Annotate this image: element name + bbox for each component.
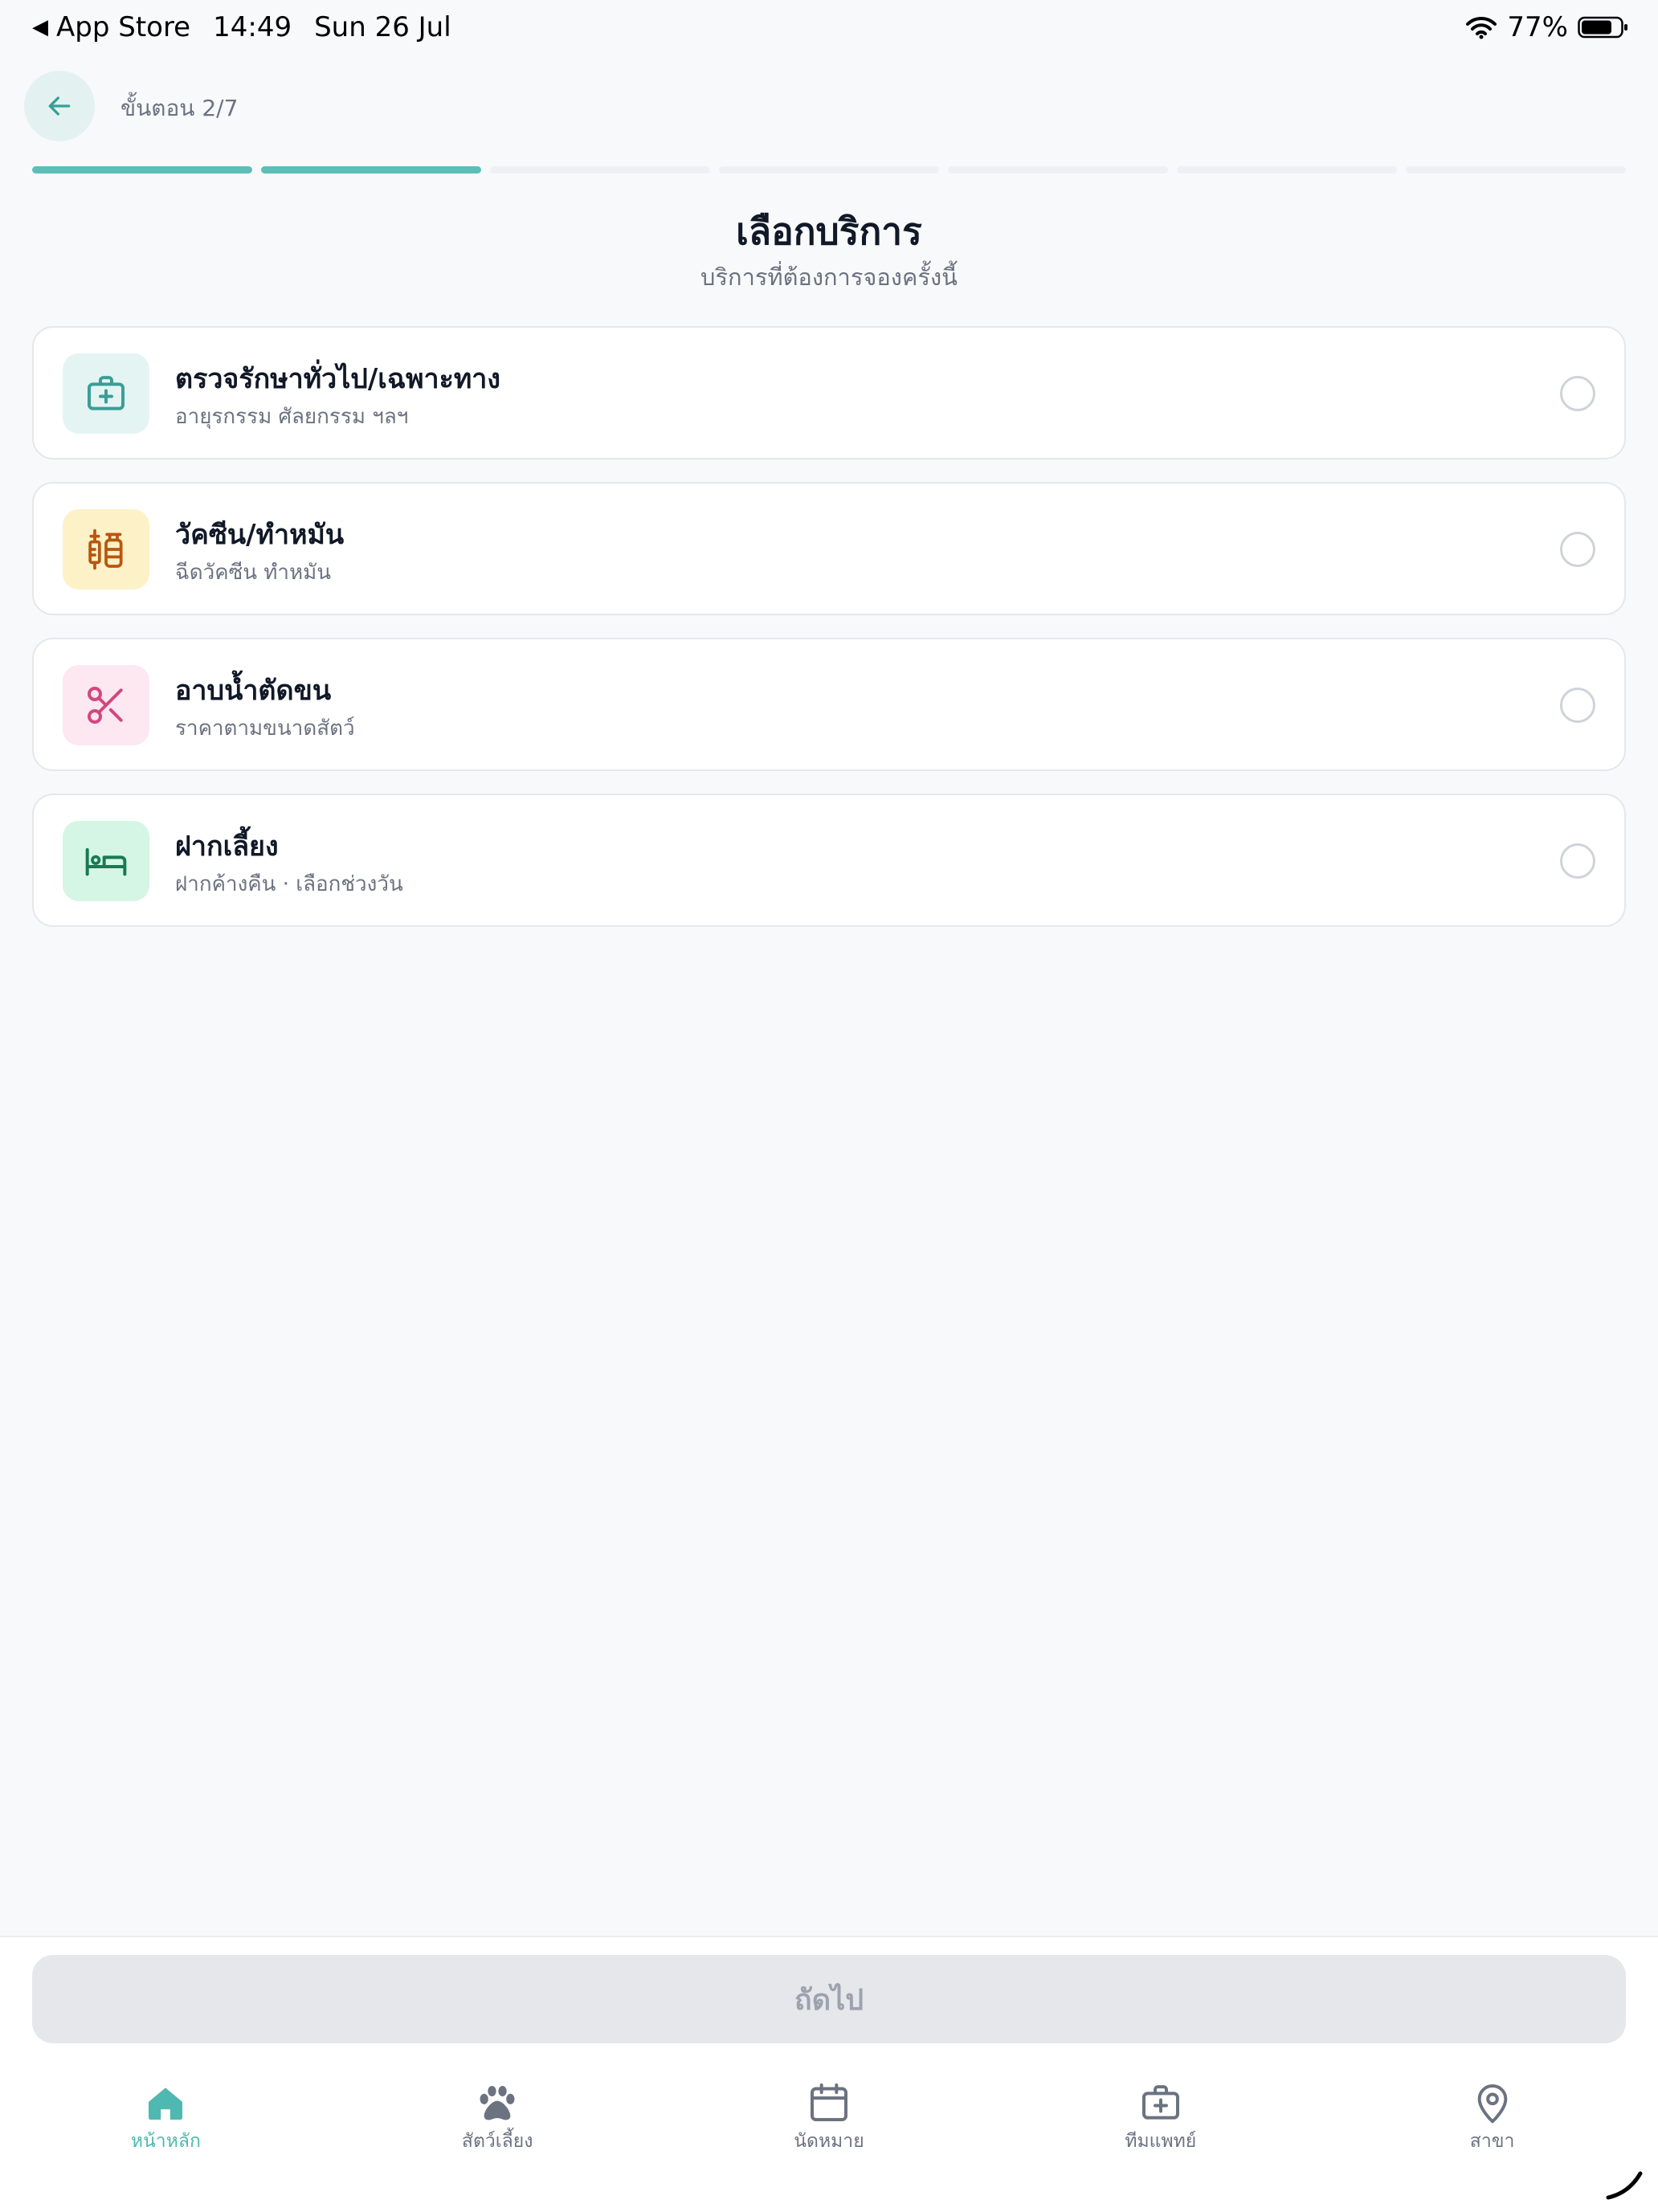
progress-segment [261, 166, 481, 173]
progress-segment [32, 166, 252, 173]
service-card-general-treatment[interactable]: ตรวจรักษาทั่วไป/เฉพาะทาง อายุรกรรม ศัลยก… [32, 326, 1626, 459]
corner-swipe-indicator [1606, 2171, 1643, 2200]
service-icon-container [63, 665, 149, 745]
service-description: ฉีดวัคซีน ทำหมัน [175, 561, 332, 585]
arrow-left-icon [48, 96, 71, 116]
service-name: ตรวจรักษาทั่วไป/เฉพาะทาง [175, 363, 500, 395]
step-indicator-label: ขั้นตอน 2/7 [120, 95, 239, 121]
back-to-app-icon[interactable]: ◀ [32, 15, 48, 39]
tab-label: สาขา [1469, 2131, 1515, 2152]
service-name: ฝากเลี้ยง [175, 831, 279, 863]
paw-icon [480, 2086, 515, 2120]
service-card-grooming[interactable]: อาบน้ำตัดขน ราคาตามขนาดสัตว์ [32, 638, 1626, 771]
location-pin-icon [1477, 2084, 1507, 2124]
service-icon-container [63, 353, 149, 434]
progress-segment [719, 166, 939, 173]
tab-home[interactable]: หน้าหลัก [0, 2080, 332, 2177]
tab-appointments[interactable]: นัดหมาย [664, 2080, 995, 2177]
bed-icon [85, 848, 127, 876]
status-left: ◀ App Store 14:49 Sun 26 Jul [32, 11, 451, 43]
service-description: ราคาตามขนาดสัตว์ [175, 716, 355, 741]
page-title: เลือกบริการ [736, 210, 922, 253]
service-description: อายุรกรรม ศัลยกรรม ฯลฯ [175, 405, 409, 429]
service-list: ตรวจรักษาทั่วไป/เฉพาะทาง อายุรกรรม ศัลยก… [32, 326, 1626, 949]
tab-label: หน้าหลัก [130, 2131, 201, 2152]
service-description: ฝากค้างคืน · เลือกช่วงวัน [175, 872, 403, 896]
tab-medical-team[interactable]: ทีมแพทย์ [994, 2080, 1326, 2177]
wifi-icon [1466, 16, 1497, 39]
service-card-boarding[interactable]: ฝากเลี้ยง ฝากค้างคืน · เลือกช่วงวัน [32, 794, 1626, 927]
step-progress-bar [32, 166, 1626, 173]
status-right: 77% [1465, 11, 1629, 43]
status-date: Sun 26 Jul [314, 11, 451, 43]
back-app-label[interactable]: App Store [56, 11, 190, 43]
bottom-tab-bar: หน้าหลัก สัตว์เลี้ยง นัดหมาย ทีมแพทย์ สา… [0, 2080, 1658, 2177]
calendar-icon [811, 2083, 847, 2121]
battery-icon [1578, 16, 1627, 39]
service-radio[interactable] [1560, 376, 1595, 411]
service-radio[interactable] [1560, 843, 1595, 879]
page-subtitle: บริการที่ต้องการจองครั้งนี้ [700, 263, 958, 291]
status-time: 14:49 [213, 11, 292, 43]
service-radio[interactable] [1560, 688, 1595, 723]
vaccine-icon [88, 529, 123, 570]
tab-pets[interactable]: สัตว์เลี้ยง [332, 2080, 664, 2177]
next-button[interactable]: ถัดไป [32, 1955, 1626, 2043]
tab-label: สัตว์เลี้ยง [461, 2131, 533, 2152]
back-button[interactable] [24, 71, 95, 141]
service-radio[interactable] [1560, 532, 1595, 567]
home-icon [149, 2088, 183, 2120]
medical-bag-icon [1141, 2085, 1179, 2120]
medical-kit-icon [88, 376, 125, 410]
scissors-icon [88, 687, 123, 724]
service-name: อาบน้ำตัดขน [175, 675, 332, 707]
progress-segment [490, 166, 710, 173]
service-name: วัคซีน/ทำหมัน [175, 519, 345, 551]
progress-segment [1177, 166, 1397, 173]
tab-label: นัดหมาย [794, 2131, 864, 2152]
service-icon-container [63, 509, 149, 590]
tab-label: ทีมแพทย์ [1125, 2131, 1197, 2152]
service-card-vaccine[interactable]: วัคซีน/ทำหมัน ฉีดวัคซีน ทำหมัน [32, 482, 1626, 615]
progress-segment [1406, 166, 1626, 173]
progress-segment [948, 166, 1168, 173]
service-icon-container [63, 821, 149, 901]
status-bar: ◀ App Store 14:49 Sun 26 Jul 77% [0, 0, 1658, 58]
battery-percent: 77% [1507, 11, 1568, 43]
tab-branches[interactable]: สาขา [1326, 2080, 1658, 2177]
